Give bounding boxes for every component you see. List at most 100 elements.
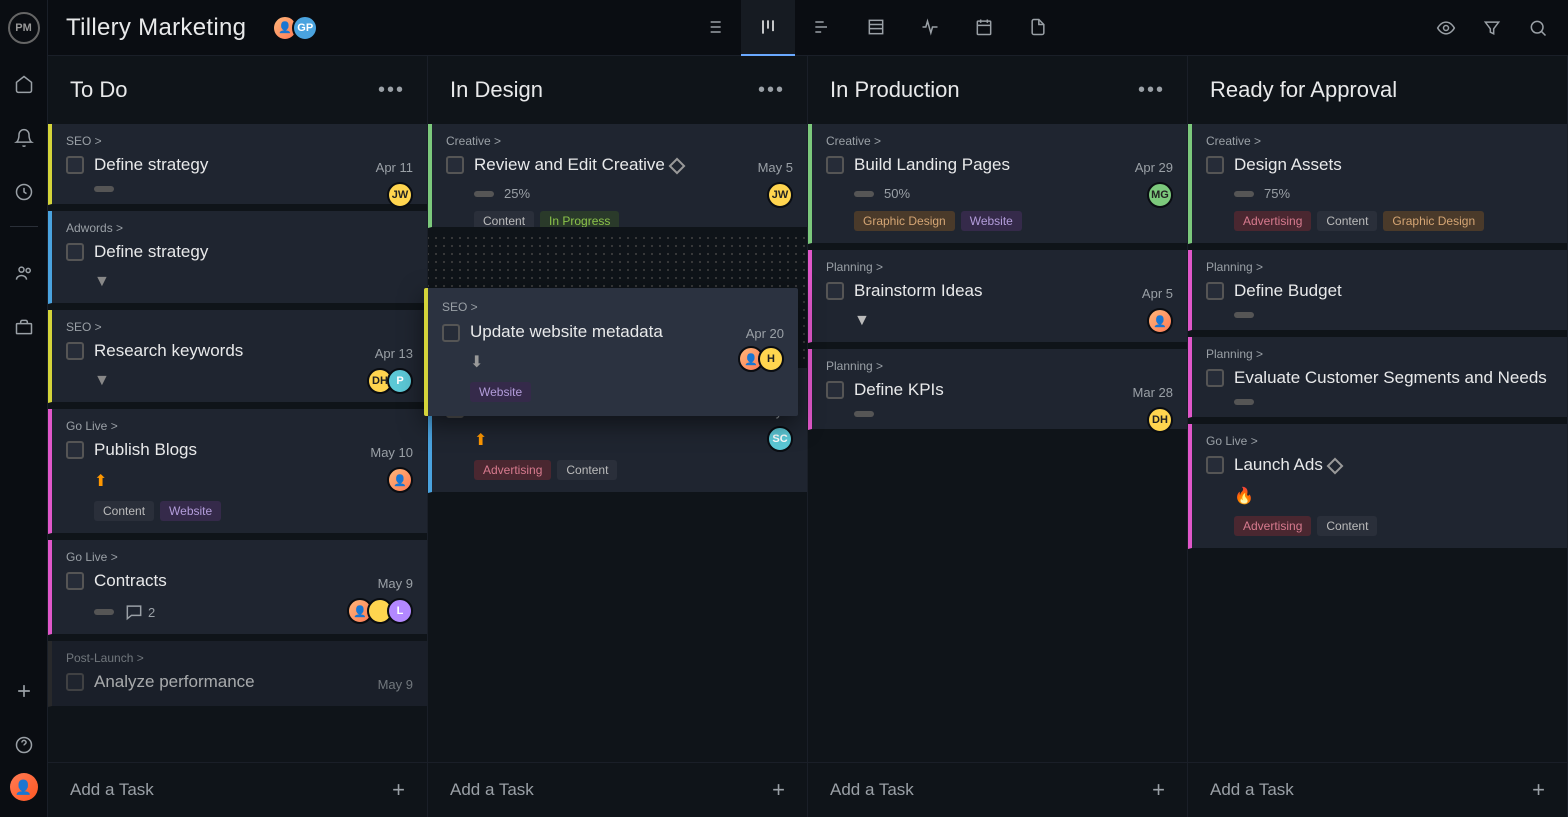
avatar[interactable]: JW — [767, 182, 793, 208]
task-checkbox[interactable] — [1206, 282, 1224, 300]
bell-icon[interactable] — [10, 124, 38, 152]
avatar[interactable]: P — [387, 368, 413, 394]
task-checkbox[interactable] — [66, 156, 84, 174]
people-icon[interactable] — [10, 259, 38, 287]
card-category: Creative > — [446, 134, 793, 148]
tag[interactable]: Content — [1317, 516, 1377, 536]
task-checkbox[interactable] — [66, 441, 84, 459]
card-title: Design Assets — [1234, 154, 1553, 176]
task-card[interactable]: Go Live >Publish BlogsMay 10👤⬆ContentWeb… — [48, 409, 427, 534]
add-task-button[interactable]: Add a Task+ — [1188, 762, 1567, 817]
task-card[interactable]: Planning >Define Budget — [1188, 250, 1567, 331]
avatar[interactable]: 👤 — [387, 467, 413, 493]
add-task-label: Add a Task — [450, 780, 534, 800]
task-card[interactable]: Planning >Define KPIsMar 28DH — [808, 349, 1187, 430]
card-category: Go Live > — [66, 550, 413, 564]
task-card[interactable]: Go Live >ContractsMay 9👤L 2 — [48, 540, 427, 635]
files-view-icon[interactable] — [1011, 0, 1065, 56]
task-checkbox[interactable] — [1206, 456, 1224, 474]
user-avatar[interactable]: 👤 — [10, 773, 38, 801]
search-icon[interactable] — [1526, 16, 1550, 40]
tag[interactable]: Content — [94, 501, 154, 521]
tag[interactable]: Website — [961, 211, 1022, 231]
task-checkbox[interactable] — [826, 381, 844, 399]
tag[interactable]: In Progress — [540, 211, 619, 228]
briefcase-icon[interactable] — [10, 313, 38, 341]
card-title: Review and Edit Creative — [474, 154, 793, 176]
card-meta: 75% — [1234, 186, 1553, 201]
task-checkbox[interactable] — [66, 342, 84, 360]
task-card[interactable]: SEO >Define strategyApr 11JW — [48, 124, 427, 205]
task-checkbox[interactable] — [446, 156, 464, 174]
task-checkbox[interactable] — [1206, 156, 1224, 174]
task-checkbox[interactable] — [66, 243, 84, 261]
task-card[interactable]: Creative >Build Landing PagesApr 29MG50%… — [808, 124, 1187, 244]
task-card[interactable]: Adwords >Define strategy▼ — [48, 211, 427, 304]
column-more-icon[interactable]: ••• — [758, 79, 785, 102]
app-logo[interactable]: PM — [8, 12, 40, 44]
task-checkbox[interactable] — [442, 324, 460, 342]
cards-container: Creative >Build Landing PagesApr 29MG50%… — [808, 124, 1187, 762]
task-checkbox[interactable] — [826, 156, 844, 174]
avatar[interactable]: 👤 — [1147, 308, 1173, 334]
add-icon[interactable] — [10, 677, 38, 705]
dragged-card[interactable]: SEO >Update website metadataApr 20👤H⬇Web… — [424, 288, 798, 416]
task-card[interactable]: SEO >Research keywordsApr 13DHP▼ — [48, 310, 427, 403]
tag[interactable]: Website — [470, 382, 531, 402]
tag[interactable]: Content — [557, 460, 617, 480]
avatar[interactable]: DH — [1147, 407, 1173, 433]
help-icon[interactable] — [10, 731, 38, 759]
activity-view-icon[interactable] — [903, 0, 957, 56]
task-card[interactable]: Creative >Review and Edit CreativeMay 5J… — [428, 124, 807, 228]
add-task-button[interactable]: Add a Task+ — [808, 762, 1187, 817]
board-view-icon[interactable] — [741, 0, 795, 56]
add-task-button[interactable]: Add a Task+ — [428, 762, 807, 817]
tag[interactable]: Graphic Design — [854, 211, 955, 231]
progress-bar — [94, 609, 114, 615]
tag[interactable]: Website — [160, 501, 221, 521]
tag[interactable]: Advertising — [474, 460, 551, 480]
task-card[interactable]: Planning >Brainstorm IdeasApr 5👤▼ — [808, 250, 1187, 343]
avatar[interactable]: GP — [292, 15, 318, 41]
column-more-icon[interactable]: ••• — [1138, 79, 1165, 102]
avatar[interactable]: JW — [387, 182, 413, 208]
calendar-view-icon[interactable] — [957, 0, 1011, 56]
card-category: SEO > — [66, 134, 413, 148]
clock-icon[interactable] — [10, 178, 38, 206]
task-checkbox[interactable] — [66, 572, 84, 590]
task-checkbox[interactable] — [66, 673, 84, 691]
home-icon[interactable] — [10, 70, 38, 98]
tag[interactable]: Content — [474, 211, 534, 228]
tag[interactable]: Graphic Design — [1383, 211, 1484, 231]
task-card[interactable]: Planning >Evaluate Customer Segments and… — [1188, 337, 1567, 418]
comments-icon[interactable]: 2 — [124, 602, 155, 622]
progress-bar — [854, 191, 874, 197]
card-assignees: JW — [767, 182, 793, 208]
avatar[interactable]: SC — [767, 426, 793, 452]
eye-icon[interactable] — [1434, 16, 1458, 40]
gantt-view-icon[interactable] — [795, 0, 849, 56]
task-card[interactable]: Go Live >Launch Ads🔥AdvertisingContent — [1188, 424, 1567, 549]
tag[interactable]: Advertising — [1234, 516, 1311, 536]
card-title: Define KPIs — [854, 379, 1173, 401]
task-card[interactable]: Post-Launch >Analyze performanceMay 9 — [48, 641, 427, 706]
project-members[interactable]: 👤 GP — [272, 15, 318, 41]
task-card[interactable]: Creative >Design Assets75%AdvertisingCon… — [1188, 124, 1567, 244]
task-checkbox[interactable] — [826, 282, 844, 300]
sheet-view-icon[interactable] — [849, 0, 903, 56]
progress-bar — [1234, 191, 1254, 197]
filter-icon[interactable] — [1480, 16, 1504, 40]
cards-container: Creative >Design Assets75%AdvertisingCon… — [1188, 124, 1567, 762]
card-tags: Content Website — [94, 501, 413, 521]
tag[interactable]: Advertising — [1234, 211, 1311, 231]
avatar[interactable]: H — [758, 346, 784, 372]
card-tags: Content In Progress — [474, 211, 793, 228]
tag[interactable]: Content — [1317, 211, 1377, 231]
column-more-icon[interactable]: ••• — [378, 79, 405, 102]
task-checkbox[interactable] — [1206, 369, 1224, 387]
avatar[interactable]: L — [387, 598, 413, 624]
list-view-icon[interactable] — [687, 0, 741, 56]
avatar[interactable]: MG — [1147, 182, 1173, 208]
card-assignees: MG — [1147, 182, 1173, 208]
add-task-button[interactable]: Add a Task+ — [48, 762, 427, 817]
